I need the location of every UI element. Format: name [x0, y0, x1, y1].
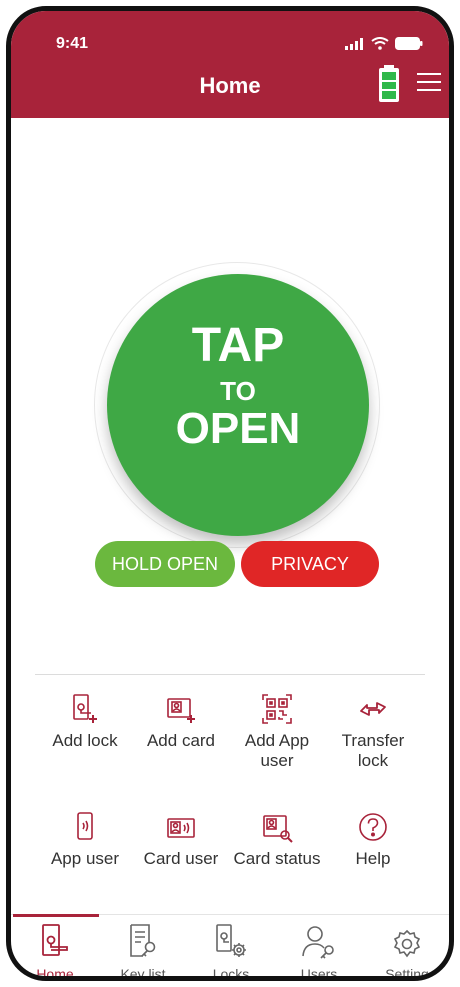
add-app-user-label: Add App user [244, 731, 310, 770]
transfer-icon [360, 702, 386, 716]
add-lock-button[interactable]: Add lock [37, 693, 133, 751]
lock-battery-icon [379, 65, 399, 102]
key-list-icon [130, 924, 156, 957]
hamburger-icon-bar [417, 89, 441, 91]
tab-key-list-label: Key list [120, 966, 166, 981]
tab-users[interactable]: Users [279, 916, 359, 981]
tab-users-label: Users [300, 966, 338, 981]
qr-code-icon [262, 694, 292, 724]
home-lock-icon [42, 924, 68, 956]
app-user-label: App user [50, 849, 120, 868]
tab-setting-label: Setting [385, 966, 429, 981]
card-icon [167, 818, 195, 838]
tab-key-list[interactable]: Key list [103, 916, 183, 981]
menu-button[interactable] [417, 73, 441, 91]
gear-icon [393, 929, 421, 958]
status-icons [345, 37, 423, 50]
add-lock-label: Add lock [52, 731, 118, 750]
card-status-icon [263, 815, 293, 843]
help-label: Help [355, 849, 391, 868]
tab-locks[interactable]: Locks [191, 916, 271, 981]
privacy-button[interactable]: PRIVACY [241, 541, 379, 587]
users-icon [302, 926, 334, 959]
add-card-button[interactable]: Add card [133, 693, 229, 751]
tab-locks-label: Locks [212, 966, 250, 981]
add-card-label: Add card [146, 731, 216, 750]
add-lock-icon [73, 694, 97, 723]
tap-label-line3: OPEN [175, 404, 301, 453]
wifi-icon [371, 37, 389, 50]
card-status-label: Card status [233, 849, 321, 868]
status-bar: 9:41 [11, 25, 449, 55]
tap-to-open-button[interactable]: TAP TO OPEN [107, 274, 369, 536]
hamburger-icon-bar [417, 73, 441, 75]
status-battery-icon [395, 37, 423, 50]
phone-frame: 9:41 Home TAP TO OPEN HOLD OPEN PRIVACY … [6, 6, 454, 981]
hamburger-icon-bar [417, 81, 441, 83]
tap-label-line1: TAP [191, 319, 285, 372]
section-divider [35, 674, 425, 675]
hold-open-button[interactable]: HOLD OPEN [95, 541, 235, 587]
tab-home[interactable]: Home [15, 916, 95, 981]
help-button[interactable]: Help [325, 811, 421, 869]
bottom-tab-bar: Home Key list Locks Users Setting [11, 914, 449, 981]
help-icon [359, 813, 387, 841]
transfer-lock-label: Transfer lock [341, 731, 405, 770]
signal-icon [345, 37, 363, 50]
card-user-label: Card user [143, 849, 219, 868]
transfer-lock-button[interactable]: Transfer lock [325, 693, 421, 771]
card-status-button[interactable]: Card status [229, 811, 325, 869]
add-card-icon [167, 698, 195, 723]
locks-icon [216, 924, 246, 957]
card-user-button[interactable]: Card user [133, 811, 229, 869]
app-user-button[interactable]: App user [37, 811, 133, 869]
app-header: 9:41 Home [11, 11, 449, 118]
tab-home-label: Home [36, 966, 74, 981]
add-app-user-button[interactable]: Add App user [229, 693, 325, 771]
status-time: 9:41 [56, 35, 89, 52]
phone-icon [77, 812, 93, 840]
tap-label-line2: TO [220, 376, 256, 406]
tab-setting[interactable]: Setting [367, 916, 447, 981]
